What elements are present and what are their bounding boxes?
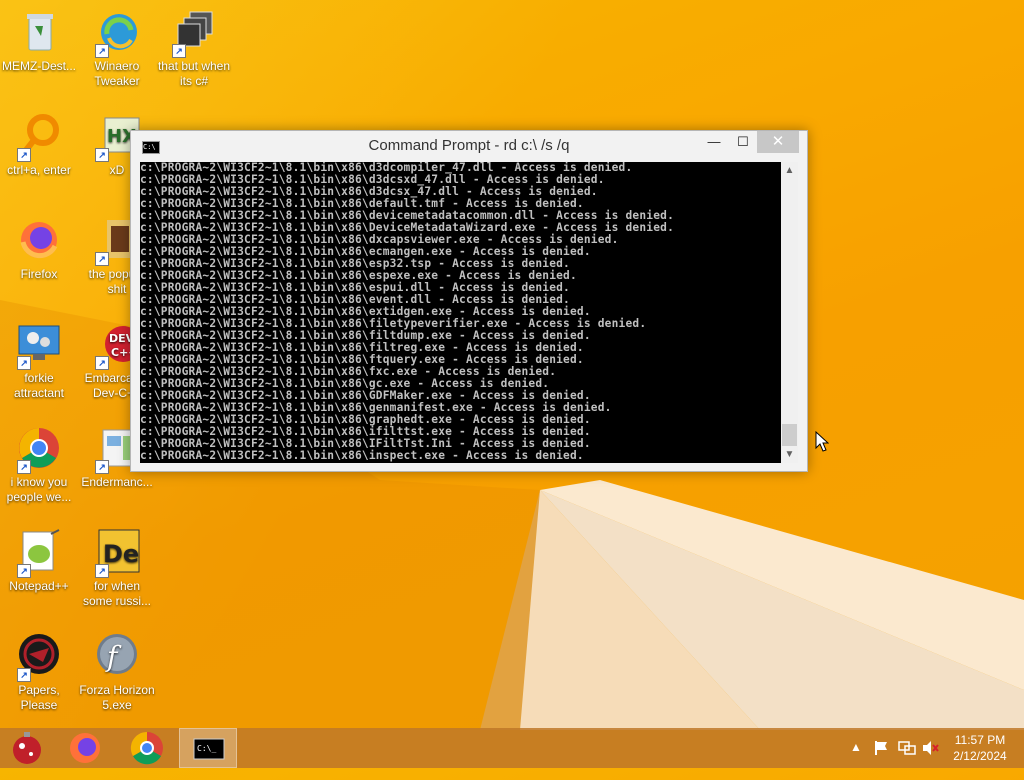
- papers-please-icon: ↗: [15, 632, 63, 682]
- desktop-icon-label: for when some russi...: [82, 579, 151, 608]
- desktop-icon-label: Winaero Tweaker: [94, 59, 140, 88]
- shortcut-arrow-icon: ↗: [95, 148, 109, 162]
- desktop-icon-label: Endermanc...: [81, 475, 153, 489]
- desktop-icon-label: i know you people we...: [6, 475, 72, 504]
- flash-player-icon: f: [93, 632, 141, 680]
- maximize-button[interactable]: ☐: [729, 131, 757, 153]
- shortcut-arrow-icon: ↗: [95, 460, 109, 474]
- scroll-down-arrow-icon[interactable]: ▼: [781, 446, 798, 463]
- desktop-icon-label: MEMZ-Dest...: [2, 59, 76, 73]
- command-prompt-window[interactable]: C:\ Command Prompt - rd c:\ /s /q — ☐ ✕ …: [130, 130, 808, 472]
- scrollbar-thumb[interactable]: [782, 424, 797, 446]
- desktop-icon-label: ctrl+a, enter: [7, 163, 71, 177]
- scroll-up-arrow-icon[interactable]: ▲: [781, 162, 798, 179]
- desktop-icon-for-when-some-russian[interactable]: De ↗ for when some russi...: [79, 528, 155, 609]
- desktop-icon-i-know-you-people[interactable]: ↗ i know you people we...: [1, 424, 77, 505]
- show-hidden-icons-button[interactable]: ▲: [850, 740, 864, 780]
- desktop-icon-papers-please[interactable]: ↗ Papers, Please: [1, 632, 77, 713]
- shortcut-arrow-icon: ↗: [17, 356, 31, 370]
- shortcut-arrow-icon: ↗: [17, 668, 31, 682]
- shortcut-arrow-icon: ↗: [95, 44, 109, 58]
- chrome-icon: ↗: [15, 424, 63, 474]
- memz-ornament-icon: [13, 732, 41, 764]
- stacked-windows-icon: ↗: [170, 8, 218, 58]
- notepad-plus-plus-icon: ↗: [15, 528, 63, 578]
- network-icon[interactable]: [897, 740, 917, 780]
- mouse-cursor-icon: [815, 430, 830, 458]
- shortcut-arrow-icon: ↗: [172, 44, 186, 58]
- taskbar-memz-button[interactable]: [0, 728, 58, 768]
- action-center-flag-icon[interactable]: [873, 740, 891, 780]
- svg-text:C:\_: C:\_: [197, 744, 216, 753]
- command-prompt-icon: C:\_: [193, 738, 225, 760]
- shortcut-arrow-icon: ↗: [17, 148, 31, 162]
- console-output[interactable]: c:\PROGRA~2\WI3CF2~1\8.1\bin\x86\d3dcomp…: [140, 162, 781, 463]
- shortcut-arrow-icon: ↗: [95, 252, 109, 266]
- desktop-icon-notepad-plus-plus[interactable]: ↗ Notepad++: [1, 528, 77, 594]
- firefox-icon: [70, 733, 100, 763]
- desktop-icon-that-but-when-its-csharp[interactable]: ↗ that but when its c#: [156, 8, 232, 89]
- chrome-icon: [130, 731, 163, 765]
- firefox-icon: [15, 216, 63, 264]
- de-app-icon: De ↗: [93, 528, 141, 578]
- title-bar[interactable]: C:\ Command Prompt - rd c:\ /s /q — ☐ ✕: [131, 131, 807, 161]
- desktop-icon-label: xD: [109, 163, 125, 177]
- desktop-icon-memz[interactable]: MEMZ-Dest...: [1, 8, 77, 74]
- search-ring-icon: ↗: [15, 112, 63, 162]
- desktop-icon-firefox[interactable]: Firefox: [1, 216, 77, 282]
- monitor-gear-icon: ↗: [15, 320, 63, 370]
- clock-time: 11:57 PM: [954, 733, 1006, 747]
- taskbar-command-prompt-button[interactable]: C:\_: [179, 728, 237, 768]
- system-clock[interactable]: 11:57 PM 2/12/2024: [940, 732, 1020, 764]
- shortcut-arrow-icon: ↗: [95, 564, 109, 578]
- desktop-icon-ctrl-a-enter[interactable]: ↗ ctrl+a, enter: [1, 112, 77, 178]
- desktop-icon-winaero-tweaker[interactable]: ↗ Winaero Tweaker: [79, 8, 155, 89]
- taskbar-firefox-button[interactable]: [58, 728, 116, 768]
- desktop-icon-forkie-attractant[interactable]: ↗ forkie attractant: [1, 320, 77, 401]
- desktop-icon-label: Forza Horizon 5.exe: [79, 683, 155, 712]
- taskbar: C:\_ ▲ 11:57 PM 2/12/2024: [0, 728, 1024, 768]
- desktop-icon-label: that but when its c#: [157, 59, 231, 88]
- desktop-icon-forza-horizon-5[interactable]: f Forza Horizon 5.exe: [79, 632, 155, 713]
- console-line: c:\PROGRA~2\WI3CF2~1\8.1\bin\x86\inspect…: [140, 449, 584, 462]
- desktop-icon-label: Papers, Please: [18, 683, 60, 712]
- desktop-icon-label: Notepad++: [9, 579, 69, 593]
- clock-date: 2/12/2024: [953, 749, 1007, 763]
- taskbar-chrome-button[interactable]: [118, 728, 176, 768]
- recycle-bin-icon: [15, 8, 63, 56]
- vertical-scrollbar[interactable]: ▲ ▼: [781, 162, 798, 463]
- close-button[interactable]: ✕: [757, 131, 799, 153]
- desktop-icon-label: Firefox: [20, 267, 58, 281]
- winaero-tweaker-icon: ↗: [93, 8, 141, 58]
- volume-muted-icon[interactable]: [921, 740, 939, 780]
- shortcut-arrow-icon: ↗: [17, 564, 31, 578]
- shortcut-arrow-icon: ↗: [95, 356, 109, 370]
- desktop-icon-label: forkie attractant: [13, 371, 65, 400]
- shortcut-arrow-icon: ↗: [17, 460, 31, 474]
- minimize-button[interactable]: —: [699, 131, 729, 153]
